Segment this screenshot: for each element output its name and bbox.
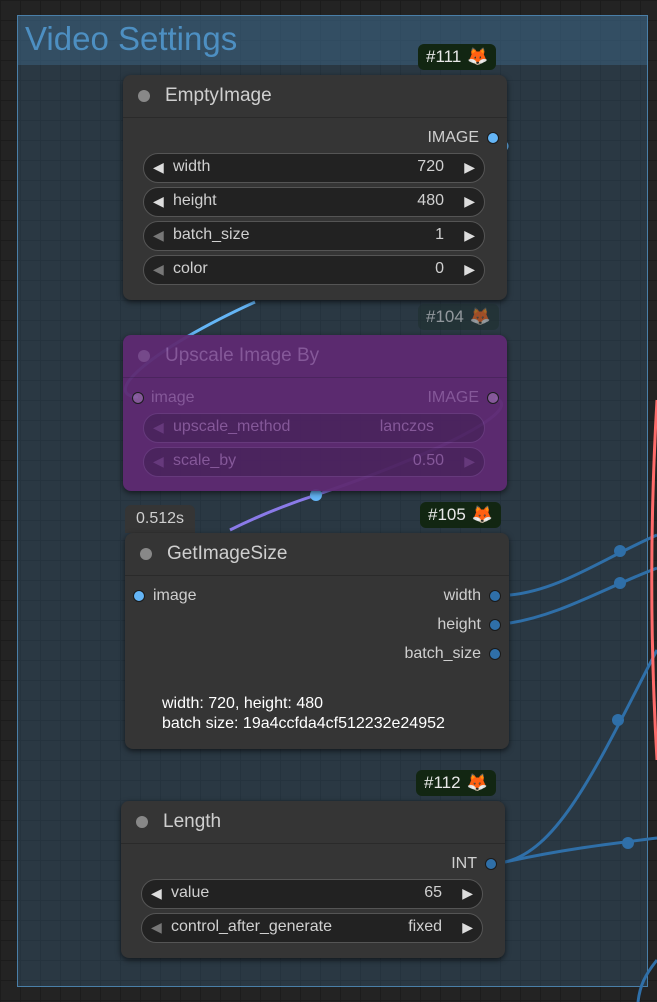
link-width-midpoint [614,545,626,557]
node-id-badge-105: #105 🦊 [420,502,501,528]
widget-value: 0.50 [412,452,444,469]
badge-text: #112 [424,773,461,792]
link-int-out-b [504,836,657,864]
node-title: Length [163,811,222,832]
widget-color[interactable]: ◀ color 0 ▶ [143,255,485,285]
widget-name: value [171,884,210,901]
collapse-dot-icon[interactable] [136,816,148,828]
output-slot-batch-size[interactable] [489,648,501,660]
node-id-badge-112: #112 🦊 [416,770,496,796]
node-id-badge-111: #111 🦊 [418,44,497,70]
fox-icon: 🦊 [471,505,493,524]
info-batch-size: batch size: 19a4ccfda4cf512232e24952 [162,715,445,732]
increment-arrow-icon[interactable]: ▶ [464,453,475,470]
widget-value-text: fixed [408,918,442,935]
widget-scale-by[interactable]: ◀ scale_by 0.50 ▶ [143,447,485,477]
link-int-midpoint-a [612,714,624,726]
badge-text: #105 [428,505,466,524]
output-label-batch-size: batch_size [404,645,482,662]
node-id-badge-104: #104 🦊 [418,304,499,330]
link-width-out [509,533,657,597]
widget-value-text: 65 [424,884,442,901]
output-label-height: height [437,616,481,633]
output-slot-int[interactable] [485,858,497,870]
increment-arrow-icon[interactable]: ▶ [464,227,475,244]
input-slot-image[interactable] [133,590,145,602]
link-bottom [636,959,657,1002]
node-title: EmptyImage [165,85,272,106]
widget-name: upscale_method [173,418,291,435]
node-title: GetImageSize [167,543,288,564]
badge-text: #111 [426,47,462,66]
increment-arrow-icon[interactable]: ▶ [462,919,473,936]
collapse-dot-icon[interactable] [138,350,150,362]
increment-arrow-icon[interactable]: ▶ [462,885,473,902]
decrement-arrow-icon[interactable]: ◀ [153,193,164,210]
collapse-dot-icon[interactable] [138,90,150,102]
output-slot-image[interactable] [487,132,499,144]
widget-upscale-method[interactable]: ◀ upscale_method lanczos [143,413,485,443]
decrement-arrow-icon[interactable]: ◀ [153,261,164,278]
collapse-dot-icon[interactable] [140,548,152,560]
fox-icon: 🦊 [466,773,488,792]
output-label-image: IMAGE [427,129,479,146]
decrement-arrow-icon[interactable]: ◀ [153,453,164,470]
node-upscale-image-by[interactable]: Upscale Image By image IMAGE ◀ upscale_m… [123,335,507,491]
widget-name: scale_by [173,452,237,469]
widget-batch-size[interactable]: ◀ batch_size 1 ▶ [143,221,485,251]
link-height-out [509,566,657,625]
decrement-arrow-icon[interactable]: ◀ [151,919,162,936]
output-slot-width[interactable] [489,590,501,602]
decrement-arrow-icon[interactable]: ◀ [153,227,164,244]
output-slot-image[interactable] [487,392,499,404]
widget-value[interactable]: ◀ value 65 ▶ [141,879,483,909]
link-height-midpoint [614,577,626,589]
output-label-width: width [443,587,481,604]
widget-value: 480 [417,192,444,209]
node-header[interactable]: Upscale Image By [123,335,507,378]
node-header[interactable]: EmptyImage [123,75,507,118]
widget-height[interactable]: ◀ height 480 ▶ [143,187,485,217]
increment-arrow-icon[interactable]: ▶ [464,193,475,210]
execution-timer: 0.512s [125,505,195,533]
widget-name: color [173,260,208,277]
increment-arrow-icon[interactable]: ▶ [464,159,475,176]
node-header[interactable]: Length [121,801,505,844]
node-length[interactable]: Length INT ◀ value 65 ▶ ◀ control_after_… [121,801,505,958]
decrement-arrow-icon[interactable]: ◀ [151,885,162,902]
input-slot-image[interactable] [132,392,144,404]
decrement-arrow-icon[interactable]: ◀ [153,419,164,436]
input-label-image: image [153,587,197,604]
widget-control-after-generate[interactable]: ◀ control_after_generate fixed ▶ [141,913,483,943]
widget-name: batch_size [173,226,250,243]
widget-value: 720 [417,158,444,175]
badge-text: #104 [426,307,464,326]
widget-name: height [173,192,217,209]
node-empty-image[interactable]: EmptyImage IMAGE ◀ width 720 ▶ ◀ height … [123,75,507,300]
output-label-int: INT [451,855,477,872]
widget-name: control_after_generate [171,918,332,935]
node-header[interactable]: GetImageSize [125,533,509,576]
fox-icon: 🦊 [469,307,491,326]
widget-width[interactable]: ◀ width 720 ▶ [143,153,485,183]
link-int-midpoint-b [622,837,634,849]
fox-icon: 🦊 [467,47,489,66]
widget-value: lanczos [379,418,434,435]
link-red [650,399,657,761]
widget-value: 1 [435,226,444,243]
link-int-out-a [504,649,657,864]
output-label-image: IMAGE [427,389,479,406]
decrement-arrow-icon[interactable]: ◀ [153,159,164,176]
output-slot-height[interactable] [489,619,501,631]
info-dimensions: width: 720, height: 480 [162,695,324,712]
increment-arrow-icon[interactable]: ▶ [464,261,475,278]
widget-value: 0 [435,260,444,277]
input-label-image: image [151,389,195,406]
node-title: Upscale Image By [165,345,320,366]
node-get-image-size[interactable]: GetImageSize image width height batch_si… [125,533,509,749]
widget-name: width [173,158,211,175]
